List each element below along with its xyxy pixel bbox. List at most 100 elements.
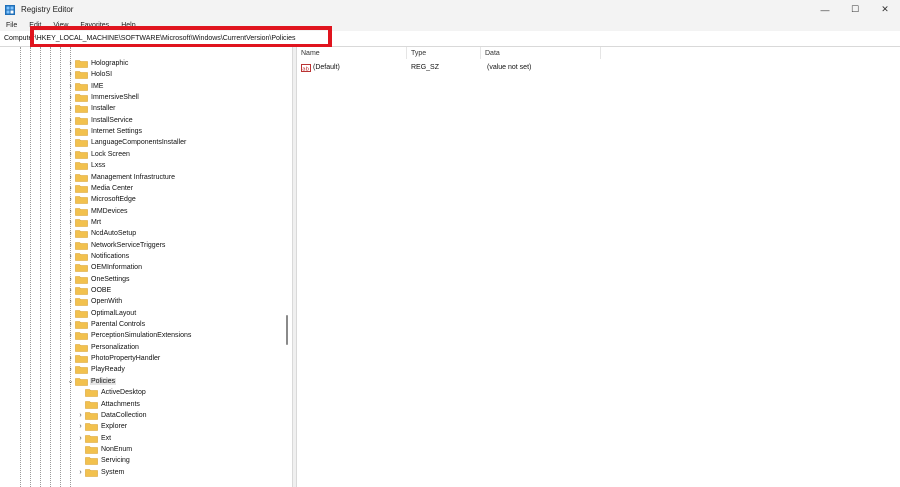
folder-icon [75, 70, 88, 80]
tree-item[interactable]: › InstallService [66, 115, 134, 126]
tree-item-label: LanguageComponentsInstaller [91, 139, 187, 147]
window-title: Registry Editor [21, 5, 74, 14]
chevron-right-icon[interactable]: › [66, 285, 75, 296]
chevron-right-icon[interactable]: › [66, 172, 75, 183]
chevron-right-icon[interactable]: › [66, 228, 75, 239]
menu-file[interactable]: File [6, 22, 17, 29]
tree-item[interactable]: › Explorer [76, 421, 128, 432]
tree-item[interactable]: › OOBE [66, 285, 112, 296]
tree-item[interactable]: › Management Infrastructure [66, 172, 176, 183]
tree-item[interactable]: › NcdAutoSetup [66, 228, 137, 239]
tree-item[interactable]: OptimalLayout [66, 308, 137, 319]
tree-item[interactable]: › Notifications [66, 251, 130, 262]
tree-scrollbar[interactable] [284, 47, 290, 487]
folder-icon [85, 422, 98, 431]
tree-item[interactable]: › Media Center [66, 183, 134, 194]
tree-item[interactable]: ActiveDesktop [76, 387, 147, 398]
tree-item-label: MMDevices [91, 207, 128, 215]
tree-item[interactable]: › PlayReady [66, 364, 126, 375]
chevron-right-icon[interactable]: › [66, 92, 75, 103]
tree-item[interactable]: ⌄ Policies [66, 376, 117, 387]
tree-item-label: Parental Controls [91, 321, 146, 329]
chevron-right-icon[interactable]: › [66, 149, 75, 160]
tree-item[interactable]: › Mrt [66, 217, 102, 228]
tree-item[interactable]: › Ext [76, 433, 112, 444]
tree-item-label: OneSettings [91, 275, 130, 283]
chevron-right-icon[interactable]: › [66, 69, 75, 80]
chevron-right-icon[interactable]: › [76, 433, 85, 444]
tree-item[interactable]: › OneSettings [66, 274, 131, 285]
tree-item[interactable]: › NetworkServiceTriggers [66, 240, 166, 251]
tree-item-label: Personalization [91, 343, 139, 351]
folder-icon [75, 116, 88, 125]
tree-item-label: Installer [91, 105, 116, 113]
folder-icon [75, 241, 88, 250]
tree-item[interactable]: Servicing [76, 455, 131, 466]
minimize-button[interactable]: — [810, 0, 840, 19]
chevron-right-icon[interactable]: › [66, 274, 75, 285]
tree-item[interactable]: Personalization [66, 342, 140, 353]
tree-item[interactable]: › IME [66, 81, 104, 92]
tree-guide-line [20, 47, 21, 487]
chevron-right-icon[interactable]: › [66, 251, 75, 262]
tree-item-label: Media Center [91, 184, 134, 192]
chevron-down-icon[interactable]: ⌄ [66, 376, 75, 387]
tree-scrollbar-thumb[interactable] [286, 315, 288, 345]
tree-item[interactable]: › Holographic [66, 58, 129, 69]
chevron-right-icon[interactable]: › [66, 296, 75, 307]
chevron-right-icon[interactable]: › [66, 319, 75, 330]
value-row[interactable]: ab (Default) REG_SZ (value not set) [297, 62, 900, 73]
tree-item[interactable]: › Installer [66, 103, 117, 114]
tree-item[interactable]: › PerceptionSimulationExtensions [66, 330, 192, 341]
chevron-right-icon[interactable]: › [66, 353, 75, 364]
folder-icon [75, 263, 88, 273]
chevron-right-icon[interactable]: › [76, 421, 85, 432]
chevron-right-icon[interactable]: › [66, 126, 75, 137]
tree-item[interactable]: Lxss [66, 160, 106, 171]
chevron-right-icon[interactable]: › [66, 217, 75, 228]
chevron-right-icon[interactable]: › [66, 115, 75, 126]
tree-item[interactable]: LanguageComponentsInstaller [66, 137, 187, 148]
tree-item[interactable]: Attachments [76, 399, 141, 410]
tree-item[interactable]: › HoloSI [66, 69, 113, 80]
tree-item[interactable]: › Internet Settings [66, 126, 143, 137]
tree-item[interactable]: › DataCollection [76, 410, 148, 421]
column-header-data[interactable]: Data [481, 47, 601, 59]
tree-item-label: Internet Settings [91, 128, 142, 136]
tree-item[interactable]: NonEnum [76, 444, 133, 455]
tree-item[interactable]: › Parental Controls [66, 319, 146, 330]
close-button[interactable]: ✕ [870, 0, 900, 19]
tree-item[interactable]: › PhotoPropertyHandler [66, 353, 161, 364]
chevron-right-icon[interactable]: › [76, 410, 85, 421]
tree-item-label: DataCollection [101, 411, 147, 419]
tree-item[interactable]: OEMInformation [66, 262, 143, 273]
chevron-right-icon[interactable]: › [66, 183, 75, 194]
chevron-right-icon[interactable]: › [66, 330, 75, 341]
chevron-right-icon[interactable]: › [66, 194, 75, 205]
chevron-right-icon[interactable]: › [66, 206, 75, 217]
registry-key-tree[interactable]: › Holographic › HoloSI › IME › ImmersiveShell › I… [0, 47, 292, 487]
folder-icon [75, 229, 88, 239]
tree-item[interactable]: › MMDevices [66, 206, 129, 217]
tree-item-label: OEMInformation [91, 264, 142, 272]
chevron-right-icon[interactable]: › [66, 364, 75, 375]
tree-item[interactable]: › Lock Screen [66, 149, 131, 160]
maximize-button[interactable]: ☐ [840, 0, 870, 19]
tree-item[interactable]: › MicrosoftEdge [66, 194, 137, 205]
column-header-name[interactable]: Name [297, 47, 407, 59]
chevron-right-icon[interactable]: › [66, 58, 75, 69]
chevron-right-icon[interactable]: › [66, 240, 75, 251]
chevron-right-icon[interactable]: › [66, 81, 75, 92]
tree-item[interactable]: › ImmersiveShell [66, 92, 140, 103]
values-list[interactable]: Name Type Data ab (Default) REG_SZ (valu… [297, 47, 900, 487]
tree-item[interactable]: › System [76, 467, 125, 478]
chevron-right-icon[interactable]: › [66, 103, 75, 114]
tree-item[interactable]: › OpenWith [66, 296, 123, 307]
folder-icon [75, 93, 88, 102]
tree-guide-line [60, 47, 61, 487]
column-header-type[interactable]: Type [407, 47, 481, 59]
chevron-right-icon[interactable]: › [76, 467, 85, 478]
